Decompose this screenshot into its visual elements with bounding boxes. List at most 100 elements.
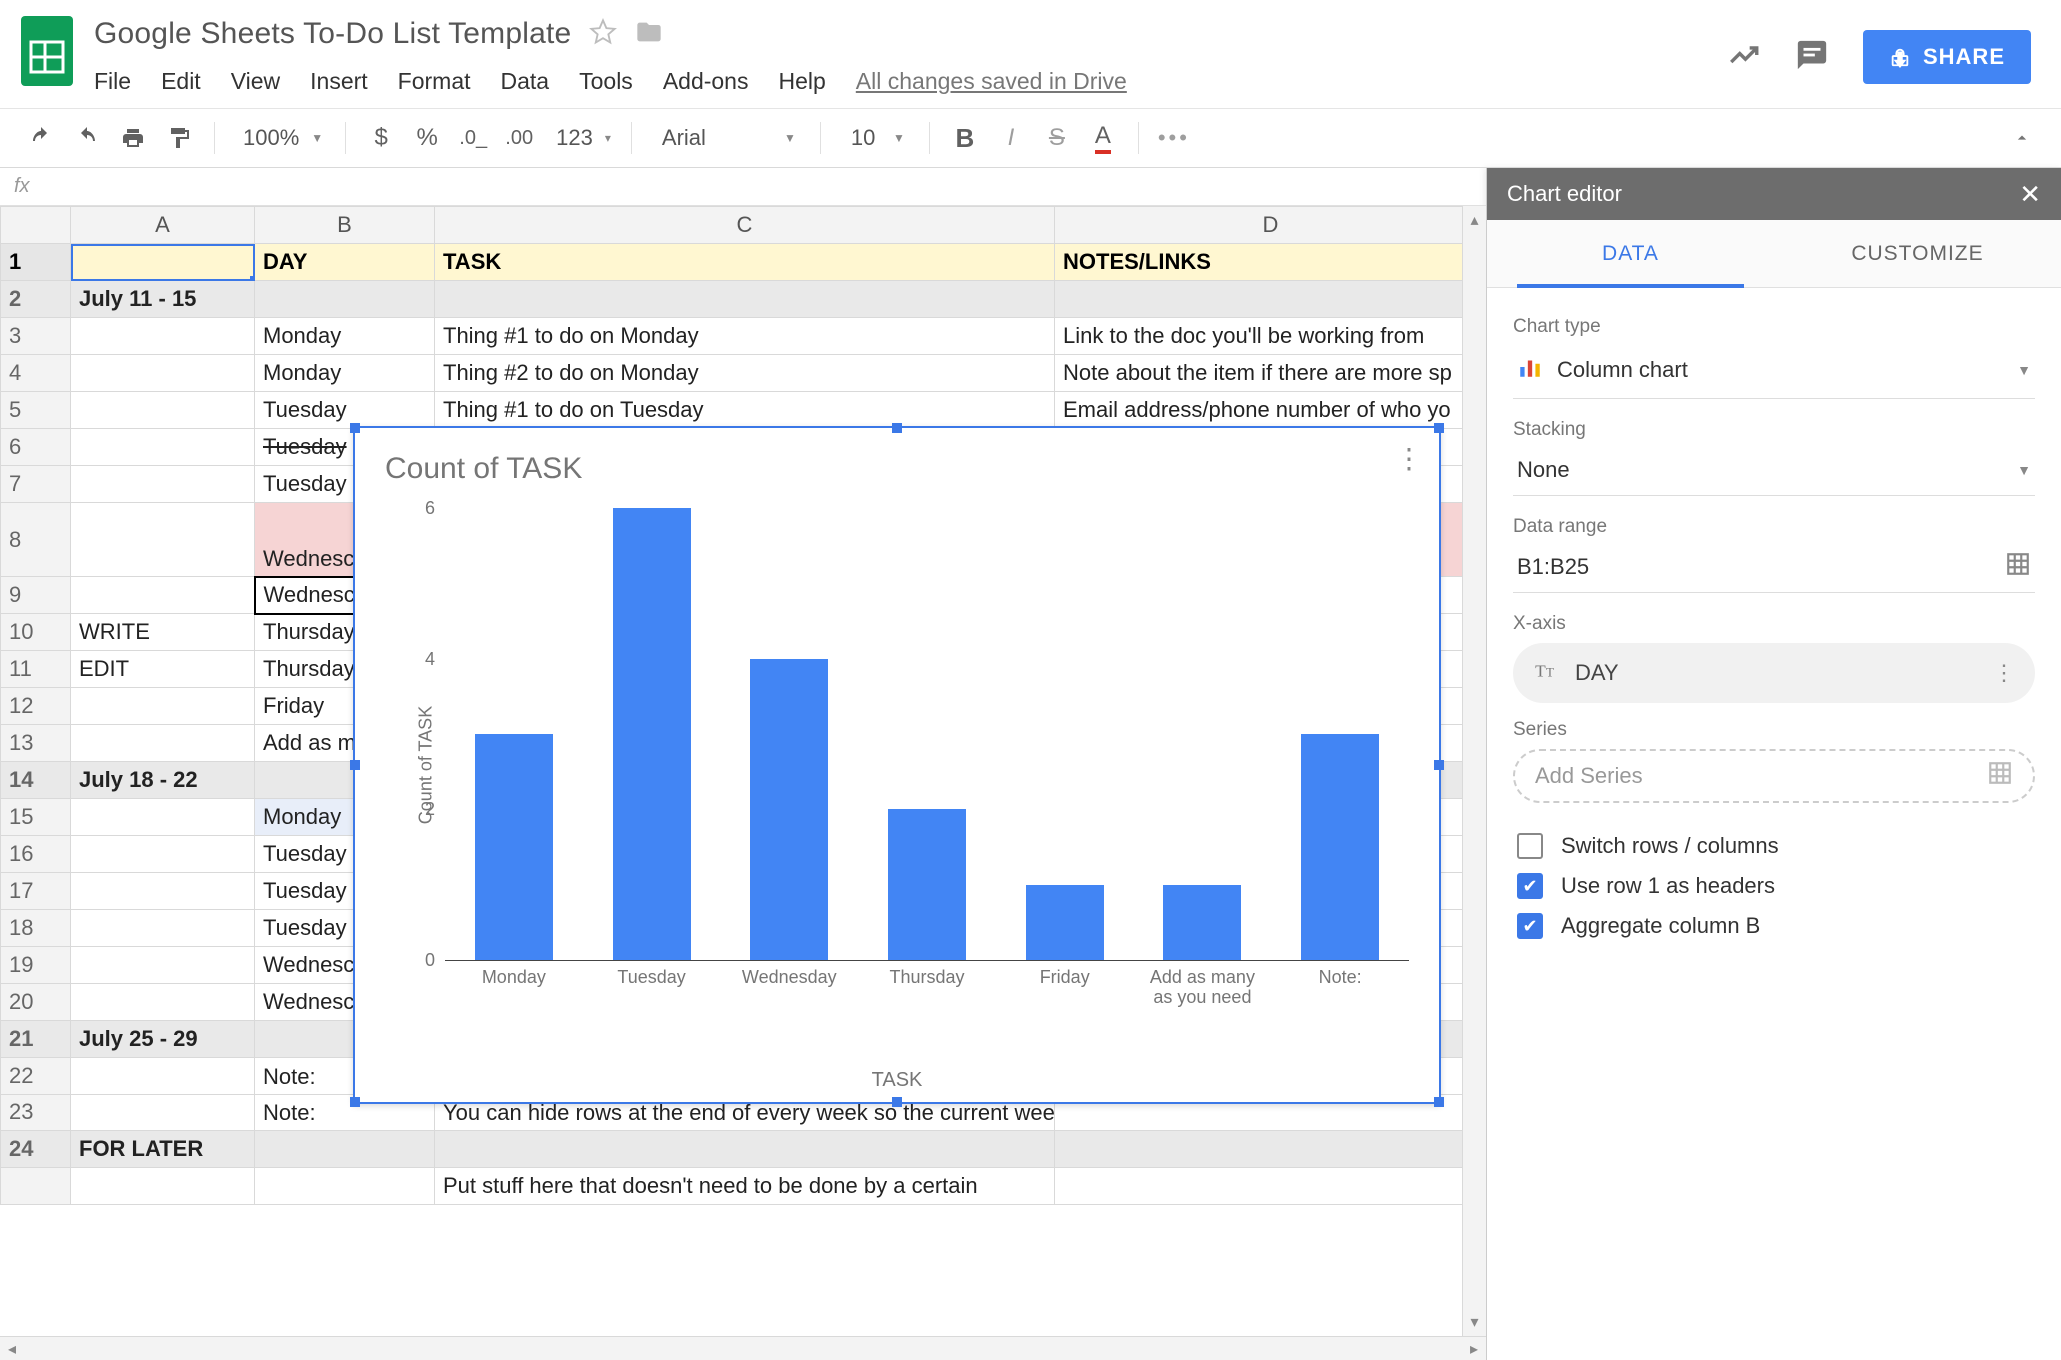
menu-file[interactable]: File [94, 68, 131, 95]
cell[interactable]: July 25 - 29 [71, 1021, 255, 1058]
col-header-d[interactable]: D [1055, 207, 1463, 244]
menu-data[interactable]: Data [501, 68, 550, 95]
row-header[interactable]: 9 [1, 577, 71, 614]
paint-format-button[interactable] [158, 117, 200, 159]
cell[interactable] [71, 1168, 255, 1205]
decrease-decimal-button[interactable]: .0_ [452, 117, 494, 159]
row-header[interactable]: 5 [1, 392, 71, 429]
number-format-dropdown[interactable]: 123▾ [544, 117, 617, 159]
more-icon[interactable]: ⋮ [1993, 660, 2015, 686]
explore-icon[interactable] [1727, 38, 1761, 77]
switch-rows-cols-checkbox[interactable]: Switch rows / columns [1517, 833, 2031, 859]
cell[interactable] [71, 577, 255, 614]
cell[interactable] [71, 1058, 255, 1095]
aggregate-column-checkbox[interactable]: ✔Aggregate column B [1517, 913, 2031, 939]
cell[interactable]: WRITE [71, 614, 255, 651]
cell[interactable]: FOR LATER [71, 1131, 255, 1168]
zoom-dropdown[interactable]: 100%▼ [229, 117, 331, 159]
scroll-right-icon[interactable]: ▸ [1462, 1339, 1486, 1359]
row-header[interactable]: 20 [1, 984, 71, 1021]
tab-customize[interactable]: CUSTOMIZE [1774, 220, 2061, 287]
scroll-down-icon[interactable]: ▾ [1470, 1312, 1478, 1332]
cell[interactable] [71, 688, 255, 725]
cell[interactable]: TASK [435, 244, 1055, 281]
cell[interactable]: Thing #2 to do on Monday [435, 355, 1055, 392]
menu-help[interactable]: Help [778, 68, 825, 95]
font-size-dropdown[interactable]: 10▼ [835, 117, 915, 159]
formula-bar[interactable]: fx [0, 168, 1486, 206]
row-header[interactable]: 21 [1, 1021, 71, 1058]
currency-button[interactable]: $ [360, 117, 402, 159]
tab-data[interactable]: DATA [1487, 220, 1774, 287]
cell[interactable]: Thing #1 to do on Monday [435, 318, 1055, 355]
star-icon[interactable] [589, 18, 617, 51]
scroll-up-icon[interactable]: ▴ [1470, 210, 1478, 230]
cell[interactable] [71, 799, 255, 836]
bold-button[interactable]: B [944, 117, 986, 159]
row-header[interactable]: 7 [1, 466, 71, 503]
stacking-dropdown[interactable]: None ▼ [1513, 449, 2035, 496]
col-header-a[interactable]: A [71, 207, 255, 244]
cell[interactable] [435, 281, 1055, 318]
cell[interactable] [71, 503, 255, 577]
cell[interactable]: Note about the item if there are more sp [1055, 355, 1463, 392]
menu-view[interactable]: View [231, 68, 280, 95]
cell[interactable]: DAY [255, 244, 435, 281]
select-range-icon[interactable] [2005, 551, 2031, 583]
cell[interactable] [71, 910, 255, 947]
cell[interactable] [1055, 281, 1463, 318]
increase-decimal-button[interactable]: .00 [498, 117, 540, 159]
xaxis-chip[interactable]: TT DAY ⋮ [1513, 643, 2035, 703]
row-header[interactable]: 18 [1, 910, 71, 947]
embedded-chart[interactable]: Count of TASK ⋮ Count of TASK TASK 0246M… [353, 426, 1441, 1104]
select-range-icon[interactable] [1987, 760, 2013, 792]
spreadsheet-grid[interactable]: A B C D 1DAYTASKNOTES/LINKS 2July 11 - 1… [0, 206, 1462, 1336]
row-header[interactable]: 19 [1, 947, 71, 984]
menu-edit[interactable]: Edit [161, 68, 201, 95]
col-header-b[interactable]: B [255, 207, 435, 244]
close-icon[interactable]: ✕ [2019, 179, 2041, 210]
collapse-toolbar-button[interactable] [2001, 117, 2043, 159]
cell[interactable] [71, 355, 255, 392]
row-header[interactable]: 11 [1, 651, 71, 688]
row-header[interactable] [1, 1168, 71, 1205]
italic-button[interactable]: I [990, 117, 1032, 159]
strikethrough-button[interactable]: S [1036, 117, 1078, 159]
cell[interactable] [435, 1131, 1055, 1168]
cell[interactable] [71, 1094, 255, 1131]
cell[interactable] [255, 1131, 435, 1168]
data-range-input[interactable]: B1:B25 [1513, 546, 2035, 593]
row-header[interactable]: 15 [1, 799, 71, 836]
row-header[interactable]: 24 [1, 1131, 71, 1168]
menu-format[interactable]: Format [398, 68, 471, 95]
cell[interactable]: Tuesday [255, 392, 435, 429]
row-header[interactable]: 16 [1, 836, 71, 873]
cell[interactable] [255, 281, 435, 318]
cell[interactable] [71, 392, 255, 429]
row-header[interactable]: 22 [1, 1058, 71, 1095]
cell[interactable]: Put stuff here that doesn't need to be d… [435, 1168, 1055, 1205]
row-header[interactable]: 23 [1, 1094, 71, 1131]
cell[interactable] [71, 429, 255, 466]
cell[interactable] [71, 466, 255, 503]
add-series-button[interactable]: Add Series [1513, 749, 2035, 803]
folder-icon[interactable] [635, 18, 663, 51]
cell[interactable]: Monday [255, 318, 435, 355]
undo-button[interactable] [20, 117, 62, 159]
sheets-logo-icon[interactable] [18, 12, 76, 90]
row-header[interactable]: 14 [1, 762, 71, 799]
more-button[interactable]: ••• [1153, 117, 1195, 159]
row-header[interactable]: 1 [1, 244, 71, 281]
font-dropdown[interactable]: Arial▼ [646, 117, 806, 159]
row-header[interactable]: 17 [1, 873, 71, 910]
cell[interactable]: Thing #1 to do on Tuesday [435, 392, 1055, 429]
cell[interactable]: July 11 - 15 [71, 281, 255, 318]
cell[interactable]: Link to the doc you'll be working from [1055, 318, 1463, 355]
cell[interactable]: NOTES/LINKS [1055, 244, 1463, 281]
cell[interactable] [71, 984, 255, 1021]
chart-type-dropdown[interactable]: Column chart ▼ [1513, 346, 2035, 399]
menu-tools[interactable]: Tools [579, 68, 633, 95]
print-button[interactable] [112, 117, 154, 159]
row-header[interactable]: 13 [1, 725, 71, 762]
row-header[interactable]: 12 [1, 688, 71, 725]
